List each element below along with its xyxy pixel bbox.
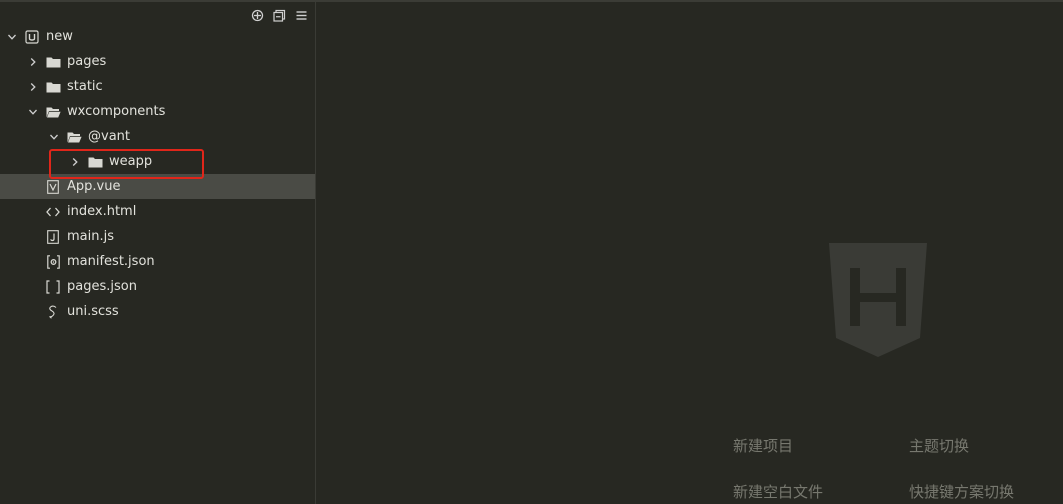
welcome-area: 新建项目 主题切换 新建空白文件 快捷键方案切换 [316,2,1063,504]
js-file-icon [45,229,61,244]
hbuilderx-logo-icon [828,242,928,358]
tree-item-static[interactable]: static [0,74,315,99]
folder-icon [87,155,103,169]
tree-item-wxcomponents[interactable]: wxcomponents [0,99,315,124]
tree-item-label: @vant [88,129,130,144]
tree-item-label: pages [67,54,107,69]
tree-item-label: uni.scss [67,304,119,319]
new-project-link[interactable]: 新建项目 [733,435,793,456]
folder-icon [45,55,61,69]
project-explorer: new pages static wxcomponents @vant weap… [0,2,315,504]
tree-item-label: main.js [67,229,114,244]
tree-item-label: pages.json [67,279,137,294]
tree-item-label: manifest.json [67,254,155,269]
menu-icon[interactable] [293,7,309,23]
new-blank-file-link[interactable]: 新建空白文件 [733,481,823,502]
chevron-right-icon[interactable] [27,81,39,93]
tree-item-manifest-json[interactable]: manifest.json [0,249,315,274]
folder-open-icon [45,105,61,119]
tree-item-pages[interactable]: pages [0,49,315,74]
chevron-down-icon[interactable] [48,131,60,143]
manifest-file-icon [45,254,61,269]
tree-item-uni-scss[interactable]: uni.scss [0,299,315,324]
collapse-all-icon[interactable] [271,7,287,23]
tree-item-app-vue[interactable]: App.vue [0,174,315,199]
tree-item-label: new [46,29,73,44]
tree-item-label: static [67,79,103,94]
folder-open-icon [66,130,82,144]
tree-item-label: weapp [109,154,153,169]
chevron-down-icon[interactable] [27,106,39,118]
tree-item-label: wxcomponents [67,104,166,119]
html-file-icon [45,205,61,219]
target-icon[interactable] [249,7,265,23]
explorer-toolbar [249,6,309,24]
switch-theme-link[interactable]: 主题切换 [909,435,969,456]
vue-file-icon [45,179,61,194]
tree-item-main-js[interactable]: main.js [0,224,315,249]
tree-item-index-html[interactable]: index.html [0,199,315,224]
tree-item-new[interactable]: new [0,24,315,49]
uni-project-icon [24,29,40,44]
tree-item-weapp[interactable]: weapp [0,149,315,174]
file-tree: new pages static wxcomponents @vant weap… [0,24,315,324]
chevron-down-icon[interactable] [6,31,18,43]
tree-item-vant[interactable]: @vant [0,124,315,149]
switch-keymap-link[interactable]: 快捷键方案切换 [909,481,1014,502]
chevron-right-icon[interactable] [27,56,39,68]
tree-item-label: App.vue [67,179,121,194]
tree-item-pages-json[interactable]: pages.json [0,274,315,299]
scss-file-icon [45,305,61,319]
chevron-right-icon[interactable] [69,156,81,168]
json-file-icon [45,279,61,294]
tree-item-label: index.html [67,204,137,219]
folder-icon [45,80,61,94]
hbuilderx-window: new pages static wxcomponents @vant weap… [0,0,1063,504]
